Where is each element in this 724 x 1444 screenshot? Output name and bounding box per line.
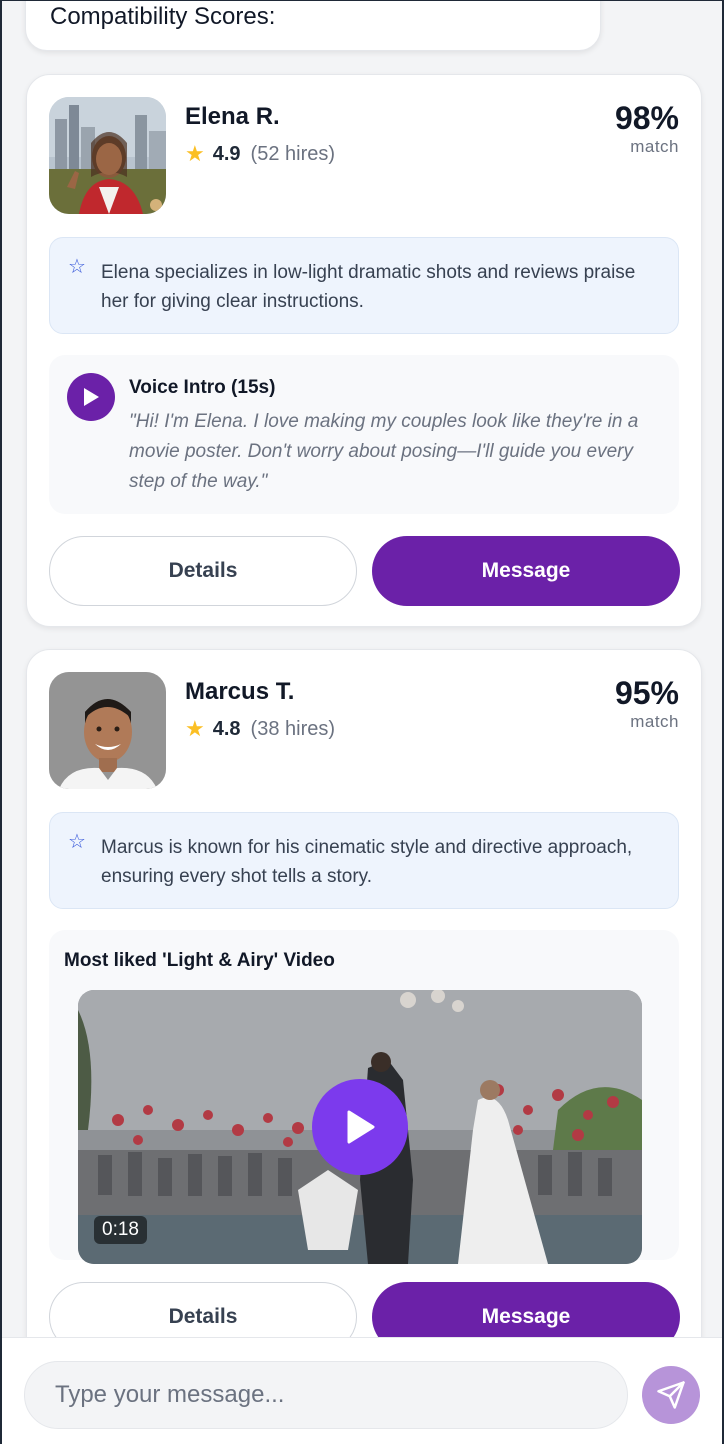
details-button[interactable]: Details	[49, 536, 357, 606]
video-thumbnail[interactable]: 0:18	[78, 990, 642, 1264]
app-frame: Compatibility Scores: Elena R. ★ 4.9 (52…	[0, 0, 724, 1444]
play-icon	[347, 1110, 375, 1144]
voice-intro: Voice Intro (15s) "Hi! I'm Elena. I love…	[49, 355, 679, 514]
match-card-marcus: Marcus T. ★ 4.8 (38 hires) 95% match ☆ M…	[26, 649, 702, 1337]
rating-row: ★ 4.9 (52 hires)	[185, 141, 335, 167]
photographer-name: Marcus T.	[185, 678, 295, 705]
match-percent: 95%	[614, 675, 679, 711]
photographer-name: Elena R.	[185, 103, 280, 130]
avatar	[49, 97, 166, 214]
rating-row: ★ 4.8 (38 hires)	[185, 716, 335, 742]
match-label: match	[630, 712, 679, 731]
previous-message-text: Compatibility Scores:	[50, 3, 276, 30]
voice-intro-quote: "Hi! I'm Elena. I love making my couples…	[129, 411, 639, 492]
message-button[interactable]: Message	[372, 1282, 680, 1337]
rating-value: 4.8	[212, 717, 241, 740]
avatar-photo-marcus	[49, 672, 166, 789]
star-outline-icon: ☆	[68, 831, 86, 853]
featured-video: Most liked 'Light & Airy' Video 0:18	[49, 930, 679, 1264]
rating-value: 4.9	[212, 142, 241, 165]
voice-intro-title: Voice Intro (15s)	[129, 377, 276, 398]
match-card-elena: Elena R. ★ 4.9 (52 hires) 98% match ☆ El…	[26, 74, 702, 627]
message-input[interactable]	[24, 1361, 628, 1429]
send-icon	[657, 1381, 685, 1409]
avatar-photo-elena	[49, 97, 166, 214]
video-title: Most liked 'Light & Airy' Video	[64, 950, 335, 971]
match-score: 98% match	[615, 99, 679, 157]
details-button[interactable]: Details	[49, 1282, 357, 1337]
match-percent: 98%	[614, 100, 679, 136]
star-icon: ★	[185, 141, 205, 166]
hires-count: (52 hires)	[250, 142, 336, 165]
play-icon	[84, 388, 99, 406]
match-score: 95% match	[615, 674, 679, 732]
star-icon: ★	[185, 716, 205, 741]
highlight-box: ☆ Marcus is known for his cinematic styl…	[49, 812, 679, 909]
play-button[interactable]	[67, 373, 115, 421]
message-button[interactable]: Message	[372, 536, 680, 606]
previous-message-card: Compatibility Scores:	[25, 1, 601, 51]
match-label: match	[630, 137, 679, 156]
video-duration: 0:18	[94, 1216, 147, 1244]
video-play-button[interactable]	[312, 1079, 408, 1175]
chat-scroll-area[interactable]: Compatibility Scores: Elena R. ★ 4.9 (52…	[2, 1, 722, 1337]
avatar	[49, 672, 166, 789]
send-button[interactable]	[642, 1366, 700, 1424]
message-composer	[2, 1337, 722, 1444]
star-outline-icon: ☆	[68, 256, 86, 278]
highlight-box: ☆ Elena specializes in low-light dramati…	[49, 237, 679, 334]
highlight-text: Marcus is known for his cinematic style …	[101, 837, 633, 887]
hires-count: (38 hires)	[250, 717, 336, 740]
highlight-text: Elena specializes in low-light dramatic …	[101, 262, 636, 312]
